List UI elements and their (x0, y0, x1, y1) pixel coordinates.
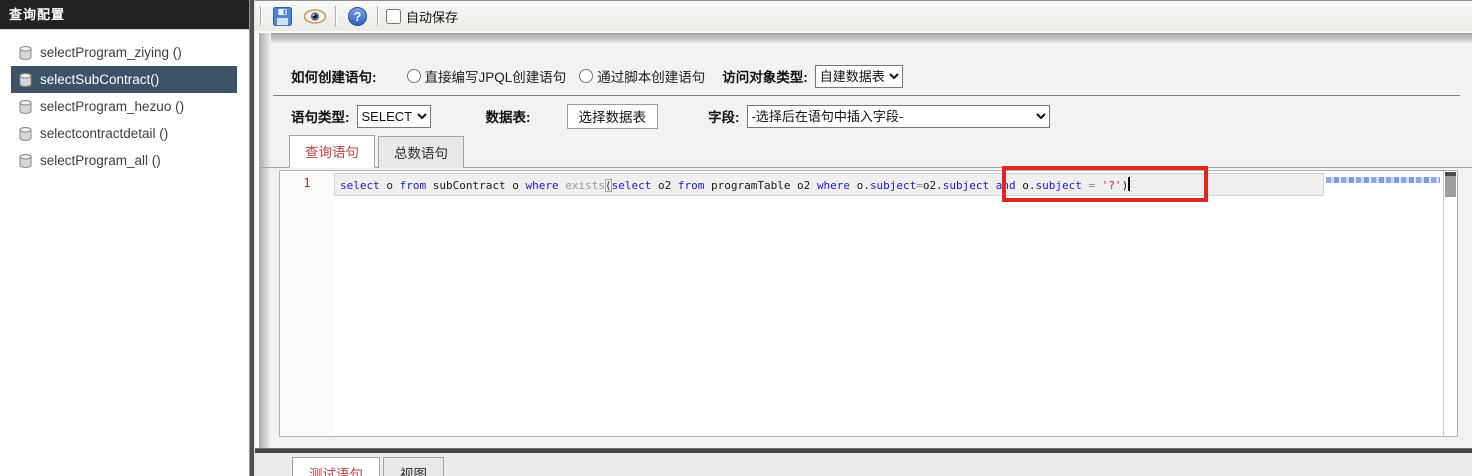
code-token: o. (1015, 179, 1036, 192)
toolbar-separator (260, 6, 262, 26)
field-select[interactable]: -选择后在语句中插入字段- (746, 104, 1050, 128)
bottom-tab-1[interactable]: 视图 (383, 457, 444, 476)
radio-jpql[interactable]: 直接编写JPQL创建语句 (406, 66, 567, 86)
bottom-tab-0[interactable]: 测试语句 (292, 457, 380, 476)
preview-button[interactable] (302, 4, 328, 28)
create-mode-row: 如何创建语句: 直接编写JPQL创建语句 通过脚本创建语句 访问对象类型: 自建… (291, 64, 1472, 88)
sidebar-item-label: selectSubContract() (40, 72, 160, 87)
code-token: from (677, 179, 705, 192)
sidebar-item-2[interactable]: selectProgram_hezuo () (11, 93, 237, 120)
code-token: ) (1121, 179, 1129, 192)
code-token: exists (565, 179, 605, 192)
autosave-checkbox[interactable] (386, 8, 401, 24)
sidebar-item-3[interactable]: selectcontractdetail () (11, 120, 237, 147)
code-token: subContract o (426, 179, 526, 192)
toolbar-separator (377, 6, 379, 26)
code-token: o. (850, 179, 870, 192)
line-number: 1 (303, 176, 311, 190)
save-button[interactable] (269, 4, 295, 28)
sidebar: 查询配置 selectProgram_ziying () selectSubCon… (0, 0, 249, 476)
sidebar-item-0[interactable]: selectProgram_ziying () (11, 39, 237, 66)
radio-script-input[interactable] (579, 69, 594, 83)
sidebar-title: 查询配置 (0, 0, 249, 29)
help-icon: ? (347, 6, 367, 26)
text-caret (1128, 177, 1131, 191)
preview-icon (303, 8, 327, 24)
code-editor[interactable]: 1 select o from subContract o where exis… (279, 170, 1458, 437)
editor-scrollbar[interactable] (1443, 171, 1457, 436)
scrollbar-thumb[interactable] (1445, 176, 1456, 197)
access-type-select[interactable]: 自建数据表 (814, 64, 903, 88)
code-token: and (995, 179, 1016, 192)
row-divider (273, 95, 1460, 96)
sidebar-item-label: selectProgram_all () (40, 153, 161, 168)
svg-text:?: ? (353, 10, 361, 24)
app-window: 查询配置 selectProgram_ziying () selectSubCon… (0, 0, 1472, 476)
code-token: where (525, 179, 559, 192)
code-token: select (340, 179, 380, 192)
code-token: = (916, 179, 923, 192)
code-token: subject (1035, 179, 1082, 192)
choose-table-button[interactable]: 选择数据表 (566, 103, 658, 129)
code-line: select o from subContract o where exists… (340, 177, 1131, 194)
main-region: ? 自动保存 如何创建语句: 直接编写JPQL创建语句 通过脚本创建语句 访问对… (255, 0, 1472, 476)
query-list: selectProgram_ziying () selectSubContract… (0, 29, 249, 476)
sidebar-item-1[interactable]: selectSubContract() (11, 66, 237, 93)
code-token: subject (869, 179, 917, 192)
code-token: ( (604, 179, 612, 192)
minimap (1326, 177, 1440, 183)
save-icon (272, 6, 292, 26)
radio-jpql-input[interactable] (406, 69, 421, 83)
code-token: subject (942, 179, 990, 192)
code-token: where (816, 179, 851, 192)
code-token: programTable o2 (704, 179, 817, 192)
database-icon (19, 72, 32, 87)
sidebar-item-label: selectcontractdetail () (40, 126, 169, 141)
database-icon (19, 153, 32, 168)
toolbar-separator (335, 6, 337, 26)
tab-1[interactable]: 总数语句 (378, 136, 464, 168)
radio-jpql-label: 直接编写JPQL创建语句 (424, 70, 567, 85)
sidebar-item-label: selectProgram_hezuo () (40, 99, 185, 114)
database-icon (19, 99, 32, 114)
database-icon (19, 126, 32, 141)
editor-gutter (280, 171, 334, 436)
code-token: o (379, 179, 400, 192)
radio-script-label: 通过脚本创建语句 (597, 70, 706, 85)
editor-tabbar: 查询语句 总数语句 (259, 135, 1472, 168)
code-token: from (399, 179, 427, 192)
how-create-label: 如何创建语句: (291, 70, 377, 85)
stmt-type-label: 语句类型: (291, 110, 350, 125)
code-token: select (611, 179, 652, 192)
bottom-tabbar: 测试语句 视图 (255, 453, 1472, 476)
tab-0[interactable]: 查询语句 (289, 135, 375, 168)
config-panel: 如何创建语句: 直接编写JPQL创建语句 通过脚本创建语句 访问对象类型: 自建… (259, 33, 1472, 448)
field-label: 字段: (708, 110, 740, 125)
code-token: '?' (1101, 179, 1122, 192)
statement-row: 语句类型: SELECT 数据表: 选择数据表 字段: -选择后在语句中插入字段… (291, 103, 1472, 129)
database-icon (19, 45, 32, 60)
autosave-toggle[interactable]: 自动保存 (386, 7, 458, 26)
toolbar: ? 自动保存 (255, 0, 1472, 31)
autosave-label: 自动保存 (406, 9, 459, 25)
sidebar-item-4[interactable]: selectProgram_all () (11, 147, 237, 174)
help-button[interactable]: ? (344, 4, 370, 28)
stmt-type-select[interactable]: SELECT (356, 104, 431, 128)
code-token: o2. (922, 179, 943, 192)
radio-script[interactable]: 通过脚本创建语句 (579, 66, 705, 86)
table-label: 数据表: (485, 110, 531, 125)
sidebar-item-label: selectProgram_ziying () (40, 45, 182, 60)
code-token: o2 (651, 179, 678, 192)
access-type-label: 访问对象类型: (722, 70, 808, 85)
